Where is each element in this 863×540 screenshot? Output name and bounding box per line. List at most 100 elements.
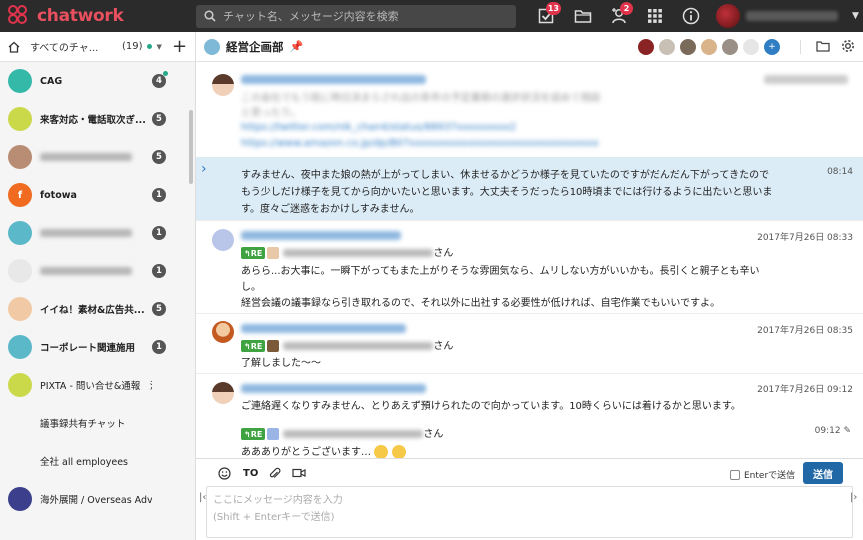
room-avatar: [8, 69, 32, 93]
room-filter[interactable]: すべてのチャ... (19) ▼ +: [0, 32, 195, 62]
message-link[interactable]: https://www.amazon.co.jp/dp/B07xxxxxxxxx…: [241, 138, 599, 149]
room-name: 議事録共有チャット: [40, 419, 126, 430]
room-item[interactable]: 1: [0, 252, 195, 290]
member-avatar[interactable]: [638, 39, 654, 55]
send-button[interactable]: 送信: [803, 462, 843, 484]
member-avatar[interactable]: [680, 39, 696, 55]
room-avatar: [8, 259, 32, 283]
reply-line: ↰ RE さん: [241, 244, 453, 259]
video-call-button[interactable]: [292, 465, 306, 481]
pencil-icon[interactable]: ✎: [843, 426, 851, 436]
emoji-button[interactable]: [218, 465, 231, 481]
room-name: イイね！素材&広告共...: [40, 305, 145, 316]
message-timeline[interactable]: この会社でもう既に時日決まらされ出の条件の予定業務の進捗状況を詰めて相談 と思っ…: [196, 62, 863, 458]
message-highlighted[interactable]: › 08:14 すみません、夜中また娘の熱が上がってしまい、休ませるかどうか様子…: [196, 157, 863, 220]
message-text-blurred: と思ったり。: [241, 108, 301, 119]
room-avatar: [8, 373, 32, 397]
enter-to-send-label: Enterで送信: [744, 471, 796, 481]
pin-icon[interactable]: 📌: [290, 40, 304, 53]
message-text: 経営会議の議事録なら引き取れるので、それ以外に出社する必要性が低ければ、自宅作業…: [241, 298, 721, 309]
member-list[interactable]: +: [638, 39, 785, 55]
collapse-sidebar-icon[interactable]: |‹: [199, 492, 206, 503]
room-item[interactable]: CAG 4: [0, 62, 195, 100]
collapse-panel-icon[interactable]: |›: [850, 492, 857, 503]
chatwork-logo[interactable]: chatwork: [0, 0, 196, 32]
caret-down-icon: ▼: [156, 42, 162, 51]
contacts-button[interactable]: 2: [601, 0, 637, 32]
member-avatar[interactable]: [743, 39, 759, 55]
room-item[interactable]: 海外展開 / Overseas Advance: [0, 480, 195, 518]
reply-badge[interactable]: ↰ RE: [241, 340, 266, 352]
task-badge: 13: [545, 2, 561, 15]
room-icon: [204, 38, 220, 55]
unread-dot: [146, 44, 152, 49]
to-button[interactable]: TO: [243, 465, 258, 481]
message[interactable]: 2017年7月26日 09:12 ご連絡遅くなりすみません、とりあえず預けられた…: [196, 374, 863, 414]
room-item[interactable]: 全社 all employees: [0, 442, 195, 480]
message[interactable]: 09:12 ✎ ↰ RE さん ああありがとうございます…: [196, 420, 863, 458]
message-link[interactable]: https://twitter.com/nik_chan4/status/889…: [241, 122, 516, 133]
help-button[interactable]: [673, 0, 709, 32]
search-input[interactable]: チャット名、メッセージ内容を検索: [196, 4, 516, 28]
message[interactable]: 2017年7月26日 08:33 ↰ RE さん あらら...お大事に。一瞬下がって…: [196, 221, 863, 313]
room-avatar: [8, 335, 32, 359]
logo-mark-icon: [8, 5, 34, 27]
checkbox[interactable]: [730, 469, 740, 480]
enter-to-send-checkbox[interactable]: Enterで送信: [730, 468, 795, 481]
room-avatar: f: [8, 183, 32, 207]
message-date: 2017年7月26日 08:33: [757, 233, 853, 243]
room-avatar: [8, 487, 32, 511]
room-name: コーポレート関連施用: [40, 343, 136, 354]
member-avatar[interactable]: [659, 39, 675, 55]
message-date: 2017年7月26日 09:12: [757, 385, 853, 395]
message-time: 09:12 ✎: [814, 426, 851, 436]
sidebar-scrollbar[interactable]: [189, 110, 193, 184]
room-name: 海外展開 / Overseas Advance: [40, 495, 152, 506]
task-button[interactable]: 13: [529, 0, 565, 32]
room-name: fotowa: [40, 189, 77, 201]
user-avatar: [716, 4, 740, 28]
room-item[interactable]: f fotowa 1: [0, 176, 195, 214]
room-item[interactable]: イイね！素材&広告共... 5: [0, 290, 195, 328]
reply-badge[interactable]: ↰ RE: [241, 247, 266, 259]
room-item[interactable]: PIXTA - 問い合せ&通報 法...: [0, 366, 195, 404]
sweat-smile-emoji-icon: [392, 445, 406, 458]
room-item[interactable]: 来客対応・電話取次ぎ... 5: [0, 100, 195, 138]
room-item[interactable]: 議事録共有チャット: [0, 404, 195, 442]
room-name-blurred: [40, 267, 132, 275]
unread-count-badge: 5: [152, 112, 166, 126]
search-icon: [204, 10, 216, 22]
room-header: 経営企画部 📌 +: [196, 32, 863, 62]
attach-button[interactable]: [268, 465, 281, 481]
room-item[interactable]: 1: [0, 214, 195, 252]
unread-count-badge: 1: [152, 264, 166, 278]
apps-button[interactable]: [637, 0, 673, 32]
reply-line: ↰ RE さん: [241, 425, 443, 440]
message-input[interactable]: ここにメッセージ内容を入力 (Shift + Enterキーで送信): [206, 486, 853, 538]
gear-icon[interactable]: [841, 39, 855, 53]
user-menu[interactable]: ▼: [716, 4, 859, 28]
message[interactable]: 2017年7月26日 08:35 ↰ RE さん 了解しました〜〜: [196, 314, 863, 372]
room-title[interactable]: 経営企画部: [226, 39, 284, 55]
search-placeholder: チャット名、メッセージ内容を検索: [223, 10, 399, 23]
sender-avatar: [212, 229, 234, 251]
room-item[interactable]: コーポレート関連施用 1: [0, 328, 195, 366]
message-text: し。: [241, 282, 261, 293]
file-button[interactable]: [565, 0, 601, 32]
member-avatar[interactable]: [722, 39, 738, 55]
message-text: あらら...お大事に。一瞬下がってもまた上がりそうな雰囲気なら、ムリしない方がい…: [241, 266, 760, 277]
message-text: ご連絡遅くなりすみません、とりあえず預けられたので向かっています。10時くらいに…: [241, 401, 741, 412]
member-avatar[interactable]: [701, 39, 717, 55]
add-room-button[interactable]: +: [172, 32, 187, 62]
sweat-smile-emoji-icon: [374, 445, 388, 458]
top-bar: chatwork チャット名、メッセージ内容を検索 13 2 ▼: [0, 0, 863, 32]
room-item[interactable]: 5: [0, 138, 195, 176]
mention-dot: [163, 71, 168, 76]
more-members-button[interactable]: +: [764, 39, 780, 55]
room-list-sidebar: すべてのチャ... (19) ▼ + CAG 4 来客対応・電話取次ぎ... 5 5 f f…: [0, 32, 196, 540]
unread-count-badge: 5: [152, 302, 166, 316]
folder-icon[interactable]: [816, 40, 830, 52]
reply-badge[interactable]: ↰ RE: [241, 428, 266, 440]
message[interactable]: この会社でもう既に時日決まらされ出の条件の予定業務の進捗状況を詰めて相談 と思っ…: [196, 62, 863, 157]
room-name: 全社 all employees: [40, 457, 128, 468]
